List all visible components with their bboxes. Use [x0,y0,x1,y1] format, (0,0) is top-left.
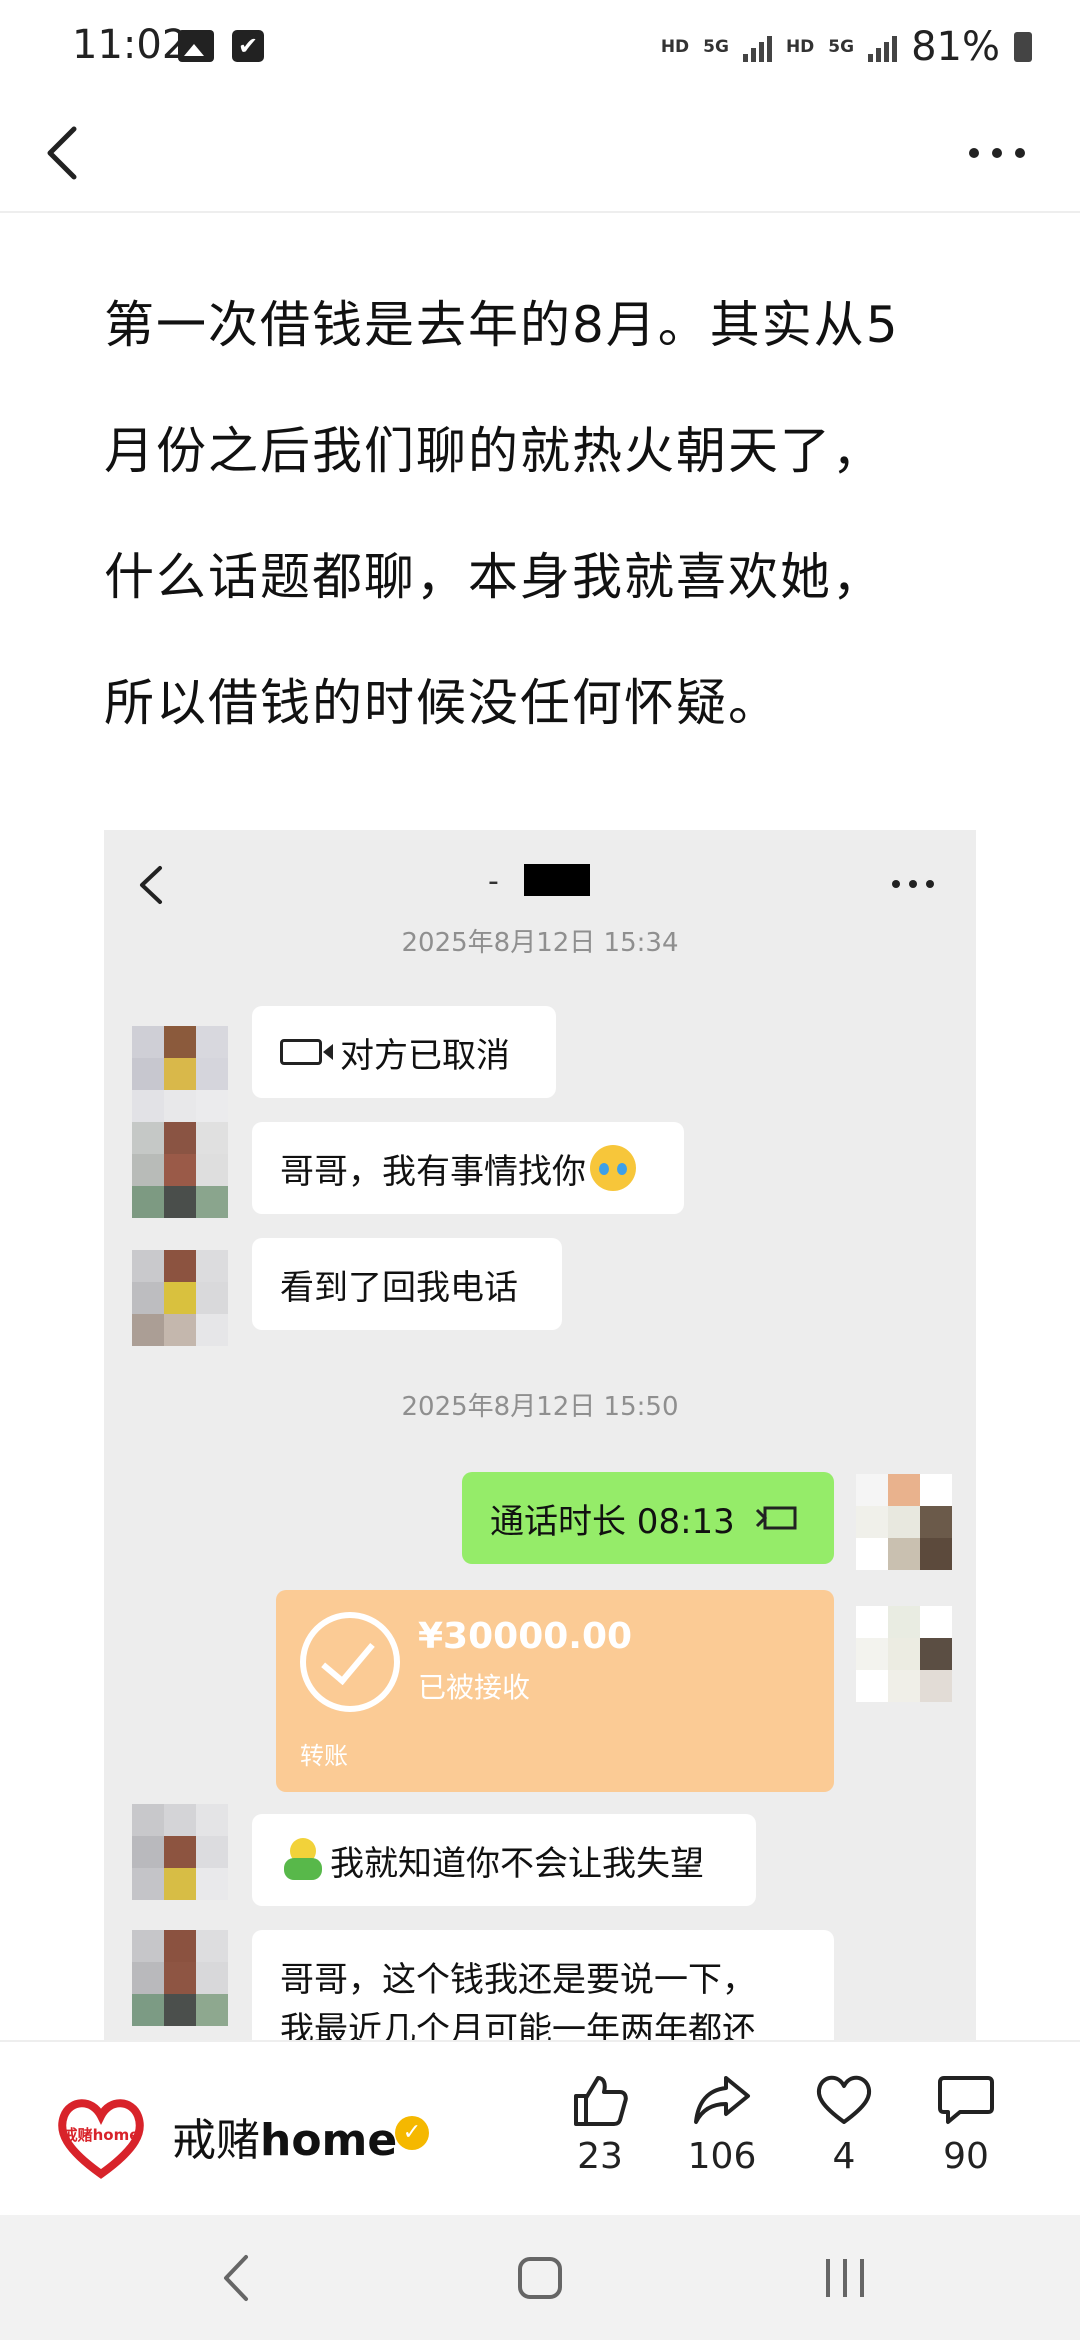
heart-logo-icon: 戒赌home [58,2099,144,2179]
hd-label-1: HD [660,37,690,57]
message-text: 我就知道你不会让我失望 [330,1843,704,1884]
check-circle-icon [300,1612,400,1712]
video-call-icon [280,1039,333,1065]
status-time: 11:02 [72,22,188,68]
system-recents-button[interactable] [820,2251,870,2309]
heart-icon [816,2075,872,2124]
favorite-count: 4 [832,2136,856,2177]
top-nav-bar [0,95,1080,213]
message-text: 看到了回我电话 [280,1267,518,1308]
chat-screenshot-image[interactable]: - 2025年8月12日 15:34 对方已取消 哥哥，我有事情找你 看到了回我… [104,830,976,2040]
gallery-icon [178,30,214,62]
message-text-line: 我最近几个月可能一年两年都还 [280,2010,756,2040]
logo-text: 戒赌home [63,2126,140,2144]
system-back-button[interactable] [218,2251,258,2309]
like-count: 23 [577,2136,623,2177]
checkbox-icon: ✔ [232,30,264,62]
thumbs-up-icon [574,2076,628,2126]
comment-count: 90 [943,2136,989,2177]
chat-timestamp: 2025年8月12日 15:34 [401,928,679,958]
article-line: 第一次借钱是去年的8月。其实从5 [104,296,900,354]
status-bar: 11:02 ✔ HD 5G HD 5G 81% [0,0,1080,95]
my-avatar [856,1606,952,1702]
system-home-button[interactable] [516,2251,564,2309]
status-indicators: HD 5G HD 5G 81% [661,24,1032,70]
chat-title-redaction [524,864,590,896]
share-button[interactable]: 106 [667,2072,777,2177]
article-line: 月份之后我们聊的就热火朝天了， [104,422,884,480]
network-5g-label-2: 5G [828,37,855,57]
phone-call-icon [755,1506,797,1530]
author-logo[interactable]: 戒赌home [56,2094,146,2180]
back-button[interactable] [36,117,96,187]
network-5g-label-1: 5G [703,37,729,57]
signal-icon-2 [868,32,898,62]
more-options-button[interactable] [962,133,1032,173]
article-line: 所以借钱的时候没任何怀疑。 [104,674,780,732]
chat-title-fragment: - [488,864,499,899]
chat-bubble-message: 看到了回我电话 [252,1238,562,1330]
share-arrow-icon [694,2076,750,2124]
share-count: 106 [687,2136,757,2177]
signal-icon-1 [742,32,772,62]
contact-avatar [132,1122,228,1218]
chat-bubble-call-duration: 通话时长 08:13 [462,1472,834,1564]
crying-emoji-icon [590,1145,636,1191]
transfer-status: 已被接收 [418,1671,531,1704]
chat-more-icon [892,880,934,888]
battery-percent: 81% [911,24,1000,70]
chevron-left-icon [47,126,77,180]
comment-bubble-icon [938,2076,994,2124]
chat-back-icon [140,866,162,904]
battery-icon [1014,32,1032,62]
verified-badge-icon: ✓ [395,2116,429,2150]
author-name-en: home [260,2115,398,2166]
contact-avatar [132,1804,228,1900]
system-navigation-bar [0,2215,1080,2340]
contact-avatar [132,1026,228,1122]
chat-bubble-message: 哥哥，我有事情找你 [252,1122,684,1214]
contact-avatar [132,1250,228,1346]
chat-bubble-message: 哥哥，这个钱我还是要说一下， 我最近几个月可能一年两年都还 [252,1930,834,2040]
message-text: 哥哥，我有事情找你 [280,1151,586,1192]
favorite-button[interactable]: 4 [789,2072,899,2177]
author-name-cn: 戒赌 [172,2115,260,2166]
transfer-amount: ¥30000.00 [418,1616,633,1657]
article-line: 什么话题都聊，本身我就喜欢她， [104,548,884,606]
video-call-text: 对方已取消 [340,1035,510,1076]
chat-bubble-video-call: 对方已取消 [252,1006,556,1098]
hugging-emoji-icon [280,1838,324,1882]
article-body: 第一次借钱是去年的8月。其实从5 月份之后我们聊的就热火朝天了， 什么话题都聊，… [104,262,1004,766]
system-back-icon [224,2255,248,2301]
like-button[interactable]: 23 [545,2072,655,2177]
system-home-icon [518,2257,562,2299]
more-horizontal-icon [969,148,1025,158]
my-avatar [856,1474,952,1570]
author-name[interactable]: 戒赌home [172,2104,397,2168]
chat-bubble-message: 我就知道你不会让我失望 [252,1814,756,1906]
chat-timestamp: 2025年8月12日 15:50 [401,1392,679,1422]
bottom-action-bar: 戒赌home 戒赌home ✓ 23 106 4 90 [0,2040,1080,2217]
hd-label-2: HD [785,37,815,57]
call-duration-text: 通话时长 08:13 [490,1501,735,1542]
message-text-line: 哥哥，这个钱我还是要说一下， [280,1960,756,2000]
system-recents-icon [826,2259,864,2297]
transfer-card: ¥30000.00 已被接收 转账 [276,1590,834,1792]
comment-button[interactable]: 90 [911,2072,1021,2177]
status-notification-icons: ✔ [178,30,264,62]
transfer-label: 转账 [300,1742,348,1770]
contact-avatar [132,1930,228,2026]
